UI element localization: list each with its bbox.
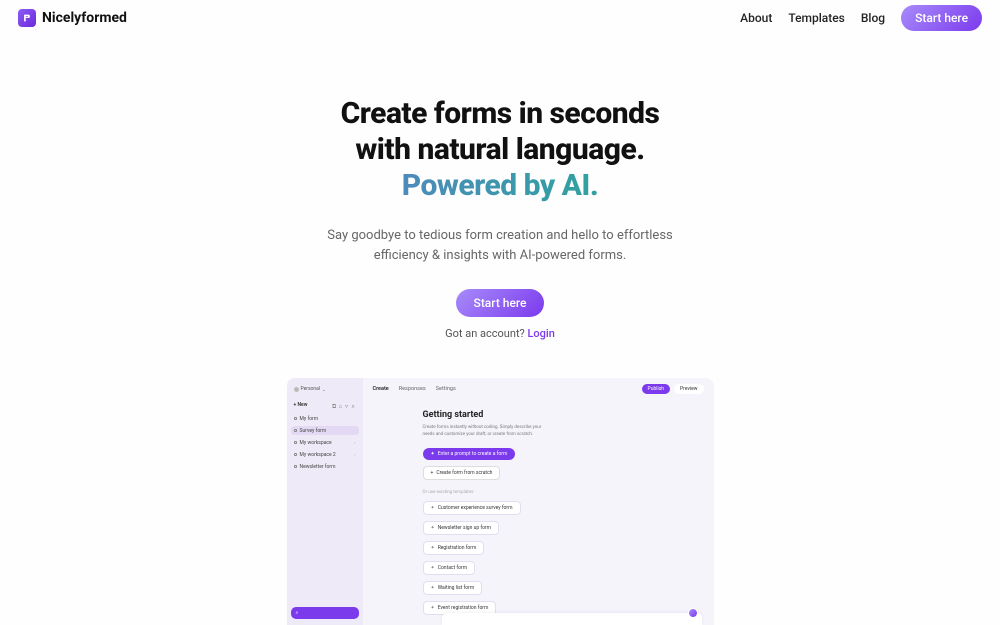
home-icon[interactable]: ⌂ — [339, 403, 343, 407]
logo-icon — [18, 9, 36, 27]
desc-line-2: needs and customize your draft, or creat… — [423, 432, 534, 437]
template-label: Contact form — [438, 565, 467, 571]
sidebar-item-label: My workspace 2 — [300, 452, 336, 458]
hero-section: Create forms in seconds with natural lan… — [0, 96, 1000, 340]
sparkle-icon: ✦ — [431, 505, 435, 511]
new-form-button[interactable]: + New — [294, 402, 308, 408]
or-use-templates-label: Or use existing templates: — [423, 490, 654, 495]
template-label: Customer experience survey form — [438, 505, 513, 511]
preview-content: Getting started Create forms instantly w… — [363, 400, 714, 625]
chevron-right-icon: › — [354, 452, 355, 457]
sparkle-icon: ✦ — [431, 585, 435, 591]
top-nav: About Templates Blog Start here — [740, 5, 982, 31]
sidebar-toolbar: ⧉ ⌂ ▿ ⌕ — [332, 403, 356, 407]
preview-main: Create Responses Settings Publish Previe… — [363, 378, 714, 625]
app-preview: Personal ⌄ + New ⧉ ⌂ ▿ ⌕ My form Survey … — [287, 378, 714, 625]
hero-line-1: Create forms in seconds — [341, 96, 660, 131]
hero-line-2: with natural language. — [355, 132, 644, 167]
brand-name: Nicelyformed — [42, 10, 127, 26]
login-prompt: Got an account? Login — [0, 327, 1000, 340]
template-label: Registration form — [438, 545, 477, 551]
brand-logo[interactable]: Nicelyformed — [18, 9, 127, 27]
new-form-row: + New ⧉ ⌂ ▿ ⌕ — [291, 401, 359, 411]
folder-icon — [294, 441, 297, 444]
enter-prompt-button[interactable]: ✦ Enter a prompt to create a form — [423, 448, 516, 460]
hero-sub-2: efficiency & insights with AI-powered fo… — [374, 248, 627, 263]
sidebar-item-label: My form — [300, 416, 319, 422]
login-link[interactable]: Login — [527, 327, 554, 340]
preview-actions: Publish Preview — [642, 384, 704, 394]
hero-line-3: Powered by AI. — [0, 168, 1000, 204]
plus-icon: + — [431, 470, 434, 476]
nav-about[interactable]: About — [740, 11, 772, 25]
preview-topbar: Create Responses Settings Publish Previe… — [363, 378, 714, 400]
copy-icon[interactable]: ⧉ — [332, 403, 336, 407]
sidebar-item-label: Survey form — [300, 428, 327, 434]
preview-sidebar: Personal ⌄ + New ⧉ ⌂ ▿ ⌕ My form Survey … — [287, 378, 363, 625]
chevron-right-icon: › — [354, 440, 355, 445]
preview-button[interactable]: Preview — [674, 384, 703, 394]
sidebar-item-newsletter-form[interactable]: Newsletter form — [291, 462, 359, 471]
sparkle-icon: ✦ — [431, 525, 435, 531]
form-icon — [294, 417, 297, 420]
template-newsletter-signup[interactable]: ✦ Newsletter sign up form — [423, 521, 500, 535]
preview-tabs: Create Responses Settings — [373, 386, 456, 392]
tab-create[interactable]: Create — [373, 386, 389, 392]
floating-prompt-bar[interactable] — [442, 613, 702, 625]
template-registration[interactable]: ✦ Registration form — [423, 541, 485, 555]
sidebar-item-label: Newsletter form — [300, 464, 336, 470]
sparkle-icon: ✦ — [431, 545, 435, 551]
nav-templates[interactable]: Templates — [788, 11, 845, 25]
sparkle-icon: ✦ — [431, 605, 435, 611]
login-prompt-text: Got an account? — [445, 327, 527, 340]
tab-responses[interactable]: Responses — [399, 386, 426, 392]
avatar-icon — [294, 387, 299, 392]
template-waiting-list[interactable]: ✦ Waiting list form — [423, 581, 483, 595]
site-header: Nicelyformed About Templates Blog Start … — [0, 0, 1000, 36]
chevron-down-icon: ⌄ — [322, 387, 325, 392]
form-icon — [294, 465, 297, 468]
floating-send-button[interactable] — [688, 608, 698, 618]
prompt-button-label: Enter a prompt to create a form — [438, 451, 508, 457]
search-icon: ⌕ — [296, 610, 299, 616]
create-from-scratch-button[interactable]: + Create form from scratch — [423, 466, 501, 480]
getting-started-heading: Getting started — [423, 410, 654, 420]
sparkle-icon: ✦ — [431, 565, 435, 571]
sidebar-item-my-workspace-2[interactable]: My workspace 2 › — [291, 450, 359, 459]
template-customer-experience[interactable]: ✦ Customer experience survey form — [423, 501, 521, 515]
nav-start-here-button[interactable]: Start here — [901, 5, 982, 31]
folder-icon — [294, 453, 297, 456]
sparkle-icon: ✦ — [431, 451, 435, 457]
nav-blog[interactable]: Blog — [861, 11, 885, 25]
template-label: Event registration form — [438, 605, 489, 611]
hero-subtext: Say goodbye to tedious form creation and… — [0, 226, 1000, 265]
sidebar-item-survey-form[interactable]: Survey form — [291, 426, 359, 435]
getting-started-description: Create forms instantly without coding. S… — [423, 425, 563, 439]
template-label: Waiting list form — [438, 585, 475, 591]
template-label: Newsletter sign up form — [438, 525, 491, 531]
search-icon[interactable]: ⌕ — [352, 403, 356, 407]
sidebar-item-label: My workspace — [300, 440, 332, 446]
hero-start-here-button[interactable]: Start here — [456, 289, 545, 317]
hero-sub-1: Say goodbye to tedious form creation and… — [327, 228, 673, 243]
filter-icon[interactable]: ▿ — [345, 403, 349, 407]
tab-settings[interactable]: Settings — [436, 386, 456, 392]
desc-line-1: Create forms instantly without coding. S… — [423, 425, 542, 430]
workspace-name: Personal — [301, 386, 321, 392]
sidebar-item-my-form[interactable]: My form — [291, 414, 359, 423]
scratch-button-label: Create form from scratch — [436, 470, 492, 476]
workspace-switcher[interactable]: Personal ⌄ — [291, 384, 359, 394]
sidebar-item-my-workspace[interactable]: My workspace › — [291, 438, 359, 447]
form-icon — [294, 429, 297, 432]
publish-button[interactable]: Publish — [642, 384, 670, 394]
hero-headline: Create forms in seconds with natural lan… — [0, 96, 1000, 204]
sidebar-search-bar[interactable]: ⌕ — [291, 607, 359, 619]
template-list: ✦ Customer experience survey form ✦ News… — [423, 501, 654, 615]
